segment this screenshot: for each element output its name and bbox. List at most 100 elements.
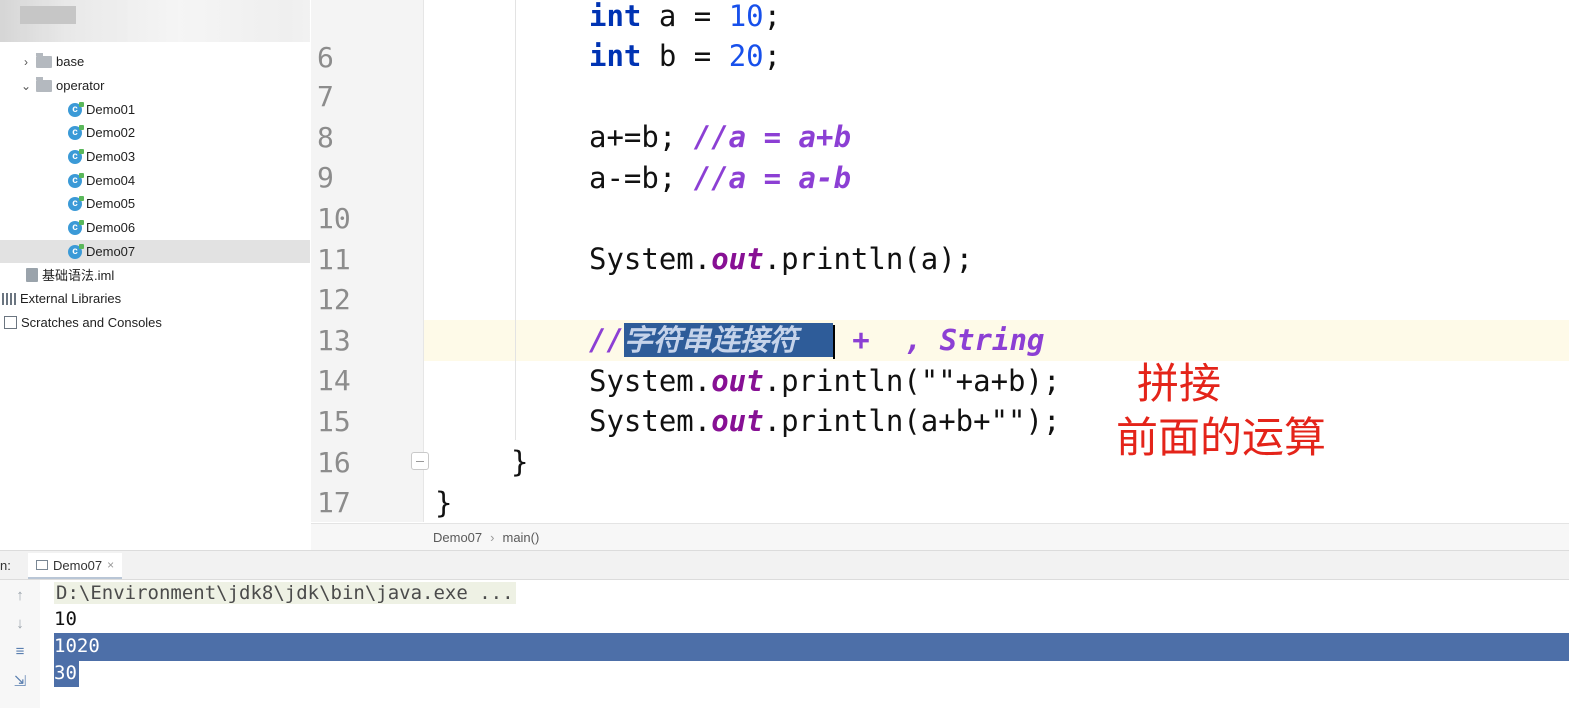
console-line: D:\Environment\jdk8\jdk\bin\java.exe ...: [54, 580, 516, 607]
java-class-icon: c: [68, 172, 84, 188]
blurred-toolbar-area: [0, 0, 310, 42]
tree-item-label: base: [56, 54, 85, 69]
tree-item-label: 基础语法.iml: [42, 268, 115, 283]
run-panel-title: n:: [0, 558, 11, 573]
line-number: 15: [317, 405, 351, 438]
code-text: System.: [589, 404, 712, 438]
java-class-icon: c: [68, 243, 84, 259]
java-class-icon: c: [68, 124, 84, 140]
tree-item-demo05[interactable]: c Demo05: [0, 192, 310, 215]
breadcrumb-separator: ›: [490, 529, 495, 545]
tree-item-operator[interactable]: ⌄ operator: [0, 74, 310, 97]
tree-item-external-libraries[interactable]: External Libraries: [0, 287, 310, 310]
code-text: System.: [589, 364, 712, 398]
indent-guide: [515, 0, 516, 440]
arrow-up-icon[interactable]: ↑: [10, 586, 30, 606]
static-field: out: [711, 404, 764, 438]
module-file-icon: [26, 267, 38, 282]
tree-item-demo02[interactable]: c Demo02: [0, 121, 310, 144]
line-number-gutter[interactable]: 6 7 8 9 10 11 12 13 14 15 16 17: [311, 0, 424, 522]
code-text: .println(""+a+b);: [763, 364, 1061, 398]
annotation-preceding-operation: 前面的运算: [1116, 413, 1327, 462]
code-line[interactable]: System.out.println(a);: [589, 239, 973, 279]
line-number: 8: [317, 121, 334, 154]
line-number: 14: [317, 364, 351, 397]
line-number: 16: [317, 446, 351, 479]
code-line-current[interactable]: //字符串连接符 + , String: [589, 320, 1044, 360]
tree-item-demo04[interactable]: c Demo04: [0, 169, 310, 192]
static-field: out: [711, 364, 764, 398]
tree-item-scratches[interactable]: Scratches and Consoles: [0, 311, 310, 334]
scroll-to-end-icon[interactable]: ⇲: [10, 672, 30, 692]
arrow-down-icon[interactable]: ↓: [10, 614, 30, 634]
tree-item-label: Demo04: [86, 173, 136, 188]
code-text: System.: [589, 242, 712, 276]
tree-item-iml[interactable]: 基础语法.iml: [0, 263, 310, 286]
code-text: .println(a+b+"");: [763, 404, 1061, 438]
tree-item-label: Demo01: [86, 102, 136, 117]
folder-icon: [36, 52, 52, 68]
code-line[interactable]: int b = 20;: [589, 36, 781, 76]
line-number: 17: [317, 486, 351, 519]
chevron-right-icon[interactable]: ›: [20, 55, 32, 69]
static-field: out: [711, 242, 764, 276]
run-tab-demo07[interactable]: Demo07 ×: [28, 553, 123, 579]
tree-item-label: External Libraries: [20, 291, 122, 306]
chevron-down-icon[interactable]: ⌄: [20, 79, 32, 93]
soft-wrap-icon[interactable]: ≡: [10, 642, 30, 662]
code-comment: //: [589, 323, 624, 357]
java-class-icon: c: [68, 101, 84, 117]
code-text: a+=b;: [589, 120, 694, 154]
console-line: 10: [54, 608, 77, 630]
breadcrumb-method[interactable]: main(): [502, 530, 539, 545]
tree-item-demo06[interactable]: c Demo06: [0, 216, 310, 239]
code-editor[interactable]: 6 7 8 9 10 11 12 13 14 15 16 17 int a = …: [311, 0, 1569, 522]
java-class-icon: c: [68, 148, 84, 164]
line-number: 11: [317, 243, 351, 276]
java-class-icon: c: [68, 219, 84, 235]
scratches-icon: [4, 316, 17, 329]
console-output[interactable]: D:\Environment\jdk8\jdk\bin\java.exe ...…: [40, 580, 1569, 708]
tree-item-demo07[interactable]: c Demo07: [0, 240, 310, 263]
tree-item-demo01[interactable]: c Demo01: [0, 98, 310, 121]
keyword: int: [589, 0, 642, 33]
code-line[interactable]: a-=b; //a = a-b: [589, 158, 851, 198]
code-comment: //a = a-b: [693, 161, 851, 195]
code-text: ;: [763, 0, 782, 33]
code-line[interactable]: }: [511, 442, 528, 482]
java-class-icon: c: [68, 195, 84, 211]
tree-item-label: Demo06: [86, 220, 136, 235]
selected-text[interactable]: 字符串连接符: [623, 323, 833, 357]
code-text: .println(a);: [763, 242, 974, 276]
code-text: }: [435, 486, 453, 520]
close-icon[interactable]: ×: [107, 558, 114, 572]
tree-item-demo03[interactable]: c Demo03: [0, 145, 310, 168]
line-number: 7: [317, 80, 334, 113]
library-icon: [2, 292, 16, 305]
code-text: ;: [763, 39, 782, 73]
tree-item-base[interactable]: › base: [0, 50, 310, 73]
line-number: 10: [317, 202, 351, 235]
code-line[interactable]: System.out.println(a+b+"");: [589, 401, 1060, 441]
run-panel-header: n: Demo07 ×: [0, 550, 1569, 580]
code-text: }: [511, 445, 529, 479]
tree-item-label: operator: [56, 78, 105, 93]
console-command: D:\Environment\jdk8\jdk\bin\java.exe ...: [54, 582, 516, 604]
project-tree-panel: › base ⌄ operator c Demo01 c Demo02 c De…: [0, 0, 310, 548]
code-comment: + , String: [834, 323, 1045, 357]
line-number: 12: [317, 283, 351, 316]
annotation-concatenate: 拼接: [1137, 359, 1222, 408]
code-line[interactable]: a+=b; //a = a+b: [589, 117, 851, 157]
code-line[interactable]: int a = 10;: [589, 0, 781, 36]
tree-item-label: Demo05: [86, 196, 136, 211]
number-literal: 10: [728, 0, 764, 33]
code-line[interactable]: System.out.println(""+a+b);: [589, 361, 1060, 401]
tree-item-label: Demo07: [86, 244, 136, 259]
console-line-selected: 30: [54, 660, 79, 687]
console-line-selected: 1020: [54, 635, 100, 657]
run-tab-label: Demo07: [53, 557, 103, 573]
code-line[interactable]: }: [435, 483, 452, 522]
breadcrumb-class[interactable]: Demo07: [433, 530, 482, 545]
fold-icon[interactable]: [411, 452, 429, 470]
tree-item-label: Demo03: [86, 149, 136, 164]
